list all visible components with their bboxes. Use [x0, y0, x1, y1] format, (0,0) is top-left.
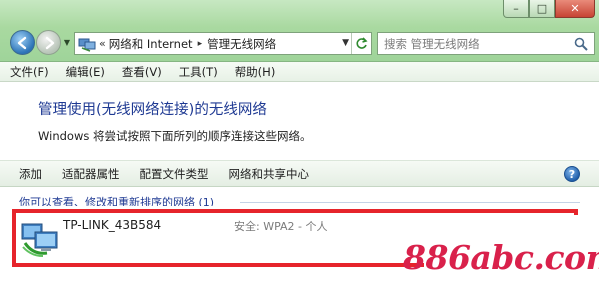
back-button[interactable]	[10, 30, 35, 55]
menu-bar: 文件(F) 编辑(E) 查看(V) 工具(T) 帮助(H)	[0, 62, 599, 82]
address-bar[interactable]: « 网络和 Internet ▸ 管理无线网络 ▼	[74, 32, 372, 55]
window-titlebar: – □ ✕ ▼ « 网络和 Internet ▸ 管理无线网络 ▼	[0, 0, 599, 62]
maximize-button[interactable]: □	[529, 0, 555, 18]
profile-types-button[interactable]: 配置文件类型	[140, 166, 209, 182]
address-overflow[interactable]: «	[99, 37, 106, 50]
breadcrumb-manage-wireless[interactable]: 管理无线网络	[207, 36, 276, 52]
network-name: TP-LINK_43B584	[63, 218, 162, 232]
menu-file[interactable]: 文件(F)	[10, 64, 49, 80]
address-dropdown[interactable]: ▼	[342, 38, 349, 48]
watermark-text: 886abc.com	[403, 237, 599, 277]
arrow-right-icon	[45, 36, 54, 49]
page-description: Windows 将尝试按照下面所列的顺序连接这些网络。	[38, 129, 312, 143]
forward-button[interactable]	[36, 30, 61, 55]
breadcrumb-network-internet[interactable]: 网络和 Internet	[109, 36, 193, 52]
breadcrumb-separator[interactable]: ▸	[198, 39, 203, 49]
page-title: 管理使用(无线网络连接)的无线网络	[38, 102, 267, 118]
menu-tools[interactable]: 工具(T)	[179, 64, 218, 80]
page-header: 管理使用(无线网络连接)的无线网络 Windows 将尝试按照下面所列的顺序连接…	[0, 83, 599, 159]
recent-pages-dropdown[interactable]: ▼	[63, 38, 71, 47]
search-input[interactable]	[384, 34, 574, 53]
help-icon[interactable]: ?	[564, 166, 580, 182]
group-header[interactable]: 你可以查看、修改和重新排序的网络 (1)	[19, 194, 214, 206]
network-security: 安全: WPA2 - 个人	[234, 220, 328, 233]
watermark: 886abc.com	[403, 215, 599, 299]
refresh-button[interactable]	[351, 33, 371, 54]
group-divider	[240, 202, 580, 203]
search-icon[interactable]	[574, 37, 588, 51]
command-bar: 添加 适配器属性 配置文件类型 网络和共享中心 ?	[0, 160, 599, 187]
menu-edit[interactable]: 编辑(E)	[66, 64, 105, 80]
network-folder-icon	[78, 38, 96, 52]
add-button[interactable]: 添加	[19, 166, 42, 182]
window-controls: – □ ✕	[503, 0, 595, 19]
wireless-network-icon	[21, 223, 58, 257]
arrow-left-icon	[17, 36, 26, 49]
search-box[interactable]	[377, 32, 595, 55]
menu-help[interactable]: 帮助(H)	[235, 64, 276, 80]
close-button[interactable]: ✕	[555, 0, 595, 18]
refresh-icon	[356, 37, 368, 49]
menu-view[interactable]: 查看(V)	[122, 64, 162, 80]
network-sharing-center-button[interactable]: 网络和共享中心	[229, 166, 310, 182]
adapter-properties-button[interactable]: 适配器属性	[62, 166, 120, 182]
minimize-button[interactable]: –	[503, 0, 529, 18]
